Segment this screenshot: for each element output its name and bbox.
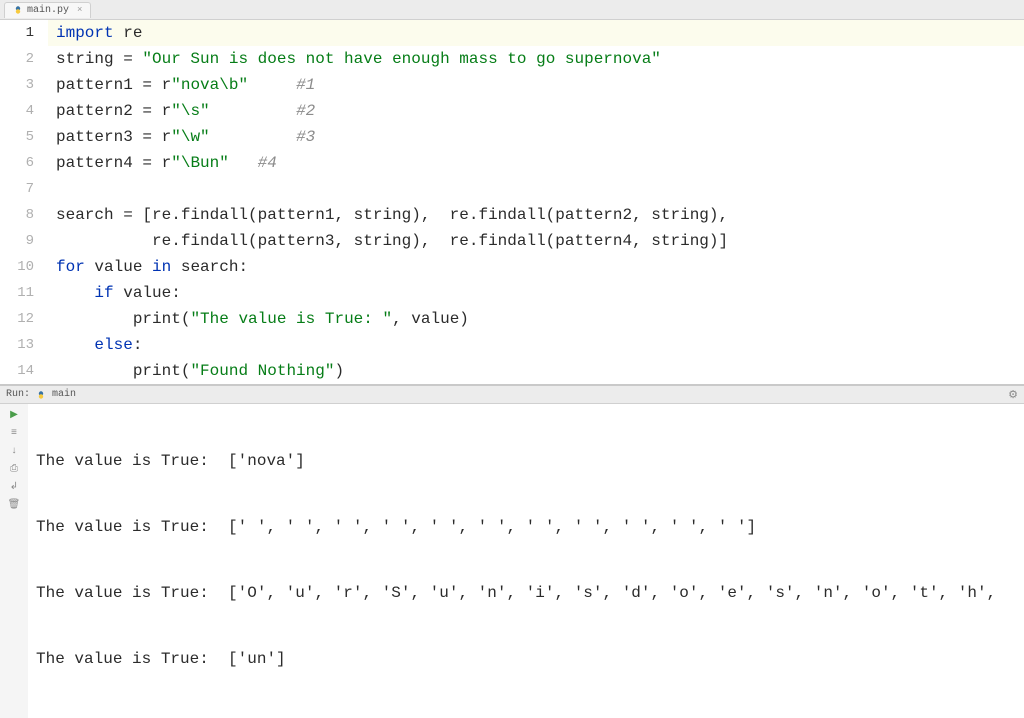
- run-config-name: main: [52, 389, 76, 400]
- run-icon[interactable]: ▶: [7, 408, 21, 422]
- code-line: else:: [48, 332, 1024, 358]
- run-label: Run:: [6, 389, 30, 400]
- code-line: print("Found Nothing"): [48, 358, 1024, 384]
- code-line: search = [re.findall(pattern1, string), …: [48, 202, 1024, 228]
- gear-icon[interactable]: ⚙: [1008, 388, 1024, 402]
- code-line: pattern4 = r"\Bun" #4: [48, 150, 1024, 176]
- line-gutter: 1 2 3 4 5 6 7 8 9 10 11 12 13 14: [0, 20, 48, 384]
- code-line: pattern1 = r"nova\b" #1: [48, 72, 1024, 98]
- code-line: re.findall(pattern3, string), re.findall…: [48, 228, 1024, 254]
- run-toolbar: ▶ ≡ ↓ ⎙ ↲ 🗑: [0, 404, 28, 718]
- code-area[interactable]: import re string = "Our Sun is does not …: [48, 20, 1024, 384]
- output-line: The value is True: [' ', ' ', ' ', ' ', …: [36, 516, 1020, 538]
- close-icon[interactable]: ×: [77, 5, 82, 15]
- editor-tab-main[interactable]: main.py ×: [4, 2, 91, 18]
- code-line: import re: [48, 20, 1024, 46]
- tab-filename: main.py: [27, 5, 69, 16]
- code-editor[interactable]: 1 2 3 4 5 6 7 8 9 10 11 12 13 14 import …: [0, 20, 1024, 384]
- python-file-icon: [36, 390, 46, 400]
- wrap-icon[interactable]: ↲: [7, 480, 21, 494]
- output-line: The value is True: ['un']: [36, 648, 1020, 670]
- code-line: for value in search:: [48, 254, 1024, 280]
- filter-icon[interactable]: ⎙: [7, 462, 21, 476]
- output-line: The value is True: ['O', 'u', 'r', 'S', …: [36, 582, 1020, 604]
- run-panel-header: Run: main ⚙: [0, 386, 1024, 404]
- python-file-icon: [13, 5, 23, 15]
- code-line: pattern3 = r"\w" #3: [48, 124, 1024, 150]
- code-line: string = "Our Sun is does not have enoug…: [48, 46, 1024, 72]
- run-panel: Run: main ⚙ ▶ ≡ ↓ ⎙ ↲ 🗑 The value is Tru…: [0, 384, 1024, 718]
- code-line: if value:: [48, 280, 1024, 306]
- trash-icon[interactable]: 🗑: [7, 498, 21, 512]
- code-line: [48, 176, 1024, 202]
- step-icon[interactable]: ≡: [7, 426, 21, 440]
- code-line: pattern2 = r"\s" #2: [48, 98, 1024, 124]
- down-icon[interactable]: ↓: [7, 444, 21, 458]
- console-output[interactable]: The value is True: ['nova'] The value is…: [28, 404, 1024, 718]
- output-line: The value is True: ['nova']: [36, 450, 1020, 472]
- code-line: print("The value is True: ", value): [48, 306, 1024, 332]
- tab-bar: main.py ×: [0, 0, 1024, 20]
